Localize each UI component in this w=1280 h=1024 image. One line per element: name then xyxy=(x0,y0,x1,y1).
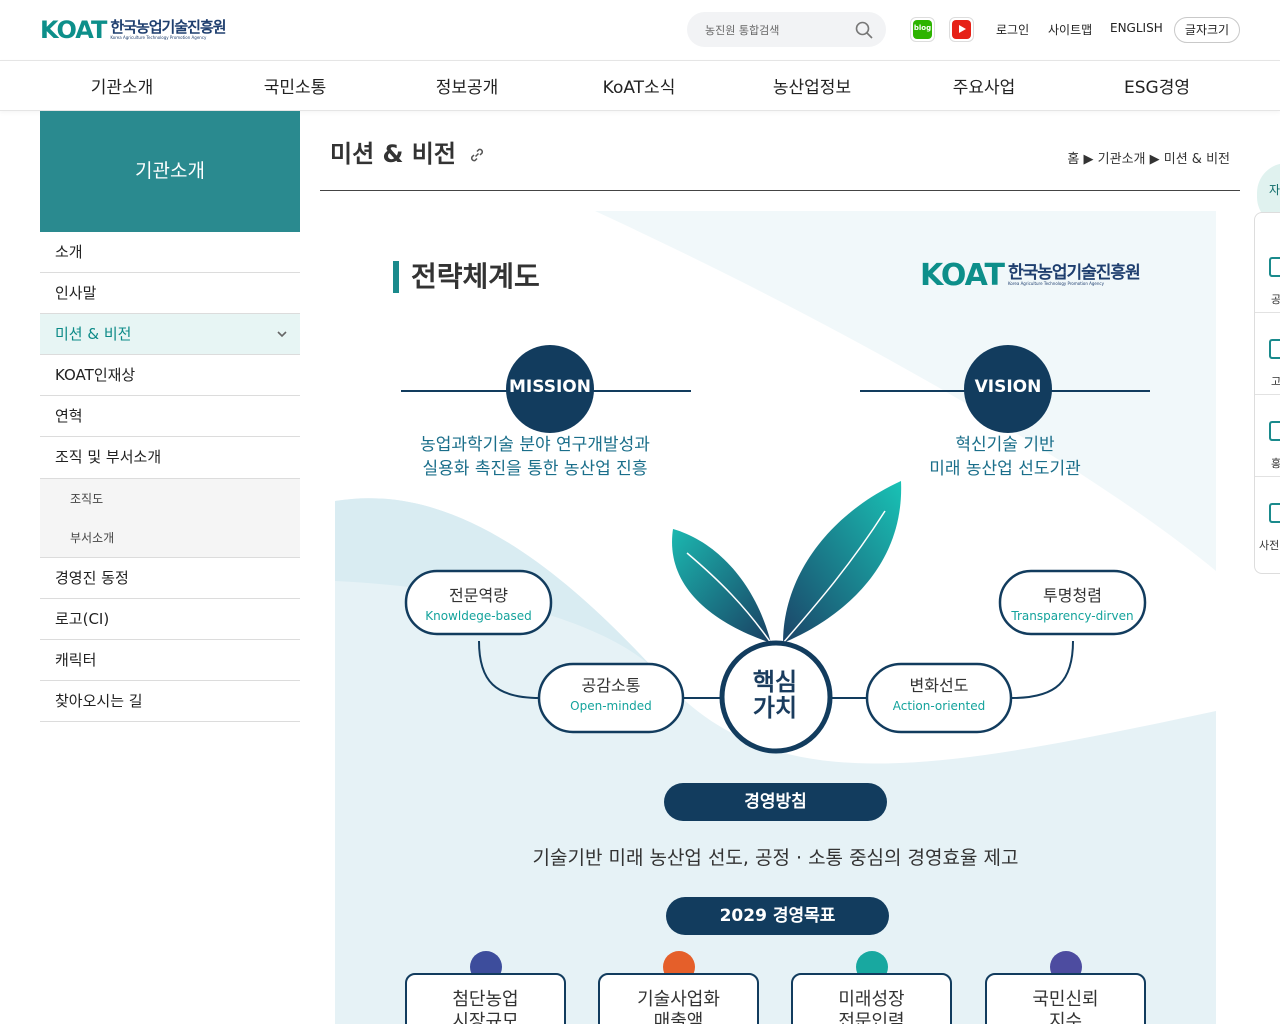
document-icon xyxy=(1269,257,1280,277)
diagram-logo-english: Korea Agriculture Technology Promotion A… xyxy=(1007,281,1104,286)
monitor-icon xyxy=(1269,421,1280,441)
lnb-sub-org-chart[interactable]: 조직도 xyxy=(40,478,300,518)
sitemap-link[interactable]: 사이트맵 xyxy=(1048,21,1092,38)
link-copy-icon[interactable] xyxy=(468,146,486,164)
lnb-title: 기관소개 xyxy=(40,111,300,232)
policy-pill: 경영방침 xyxy=(664,783,887,821)
side-navigation: 소개 인사말 미션 & 비전 KOAT인재상 연혁 조직 및 부서소개 조직도 … xyxy=(40,232,300,722)
goal-card-smart-farm: 첨단농업 시장규모 xyxy=(405,973,566,1024)
book-icon xyxy=(1269,503,1280,523)
gnb-item-esg[interactable]: ESG경영 xyxy=(1072,73,1242,98)
policy-statement: 기술기반 미래 농산업 선도, 공정 · 소통 중심의 경영효율 제고 xyxy=(532,847,1019,869)
logo-mark: KOAT xyxy=(40,16,107,44)
value-open: 공감소통 Open-minded xyxy=(570,676,652,713)
lnb-item-label: 미션 & 비전 xyxy=(55,325,132,343)
quick-item-4[interactable]: 사전 xyxy=(1255,477,1280,559)
vision-label: VISION xyxy=(974,377,1042,397)
lnb-item-greeting[interactable]: 인사말 xyxy=(40,273,300,314)
logo-english-name: Korea Agriculture Technology Promotion A… xyxy=(110,35,207,40)
blog-icon: blog xyxy=(913,20,932,39)
lnb-item-talent[interactable]: KOAT인재상 xyxy=(40,355,300,396)
diagram-title: 전략체계도 xyxy=(393,261,540,293)
right-leaf-icon xyxy=(783,481,902,643)
site-header: KOAT 한국농업기술진흥원 Korea Agriculture Technol… xyxy=(0,0,1280,60)
vision-statement: 혁신기술 기반 미래 농산업 선도기관 xyxy=(929,435,1081,479)
quick-item-3[interactable]: 홍 xyxy=(1255,395,1280,477)
lnb-item-history[interactable]: 연혁 xyxy=(40,396,300,437)
lnb-item-executive[interactable]: 경영진 동정 xyxy=(40,558,300,599)
value-transparency: 투명청렴 Transparency-dirven xyxy=(1011,586,1134,623)
core-value-label: 핵심 가치 xyxy=(752,668,798,722)
page-title: 미션 & 비전 xyxy=(330,140,456,168)
goal-card-trust: 국민신뢰 지수 xyxy=(985,973,1146,1024)
lnb-item-intro[interactable]: 소개 xyxy=(40,232,300,273)
gnb-item-business[interactable]: 주요사업 xyxy=(899,73,1069,98)
lnb-item-organization[interactable]: 조직 및 부서소개 xyxy=(40,437,300,478)
gnb-item-news[interactable]: KoAT소식 xyxy=(554,73,724,98)
gnb-item-disclosure[interactable]: 정보공개 xyxy=(382,73,552,98)
lnb-item-directions[interactable]: 찾아오시는 길 xyxy=(40,681,300,722)
diagram-logo: KOAT 한국농업기술진흥원 Korea Agriculture Technol… xyxy=(920,258,1141,293)
search-icon[interactable] xyxy=(854,20,874,40)
youtube-button[interactable] xyxy=(949,17,974,42)
goal-card-sales: 기술사업화 매출액 xyxy=(598,973,759,1024)
diagram-logo-korean: 한국농업기술진흥원 xyxy=(1007,263,1141,283)
gnb-item-about[interactable]: 기관소개 xyxy=(37,73,207,98)
login-link[interactable]: 로그인 xyxy=(996,21,1029,38)
site-logo[interactable]: KOAT 한국농업기술진흥원 Korea Agriculture Technol… xyxy=(40,16,227,44)
search-box xyxy=(687,12,886,47)
title-divider xyxy=(320,190,1240,191)
lnb-item-logo-ci[interactable]: 로고(CI) xyxy=(40,599,300,640)
youtube-icon xyxy=(952,20,971,39)
quick-item-1[interactable]: 공 xyxy=(1255,231,1280,313)
user-icon xyxy=(1269,339,1280,359)
font-size-button[interactable]: 글자크기 xyxy=(1174,17,1240,43)
blog-button[interactable]: blog xyxy=(910,17,935,42)
lnb-item-mission-vision[interactable]: 미션 & 비전 xyxy=(40,314,300,355)
goal-card-talent: 미래성장 전문인력 xyxy=(791,973,952,1024)
goal-pill: 2029 경영목표 xyxy=(666,897,889,935)
gnb-item-communication[interactable]: 국민소통 xyxy=(210,73,380,98)
quick-item-2[interactable]: 고 xyxy=(1255,313,1280,395)
value-knowledge: 전문역량 Knowldege-based xyxy=(425,586,532,623)
gnb-item-industry-info[interactable]: 농산업정보 xyxy=(727,73,897,98)
logo-korean-name: 한국농업기술진흥원 xyxy=(110,18,226,36)
lnb-item-character[interactable]: 캐릭터 xyxy=(40,640,300,681)
english-link[interactable]: ENGLISH xyxy=(1110,21,1163,35)
value-action: 변화선도 Action-oriented xyxy=(892,676,986,713)
quick-menu: 공 고 홍 사전 xyxy=(1254,212,1280,574)
lnb-sub-departments[interactable]: 부서소개 xyxy=(40,518,300,558)
quick-menu-tab-label: 자 xyxy=(1269,183,1280,197)
search-input[interactable] xyxy=(705,20,855,40)
strategy-diagram: 전략체계도 KOAT 한국농업기술진흥원 Korea Agriculture T… xyxy=(335,211,1216,1024)
left-leaf-icon xyxy=(672,529,771,643)
chevron-down-icon xyxy=(277,331,287,338)
mission-label: MISSION xyxy=(509,377,591,397)
mission-statement: 농업과학기술 분야 연구개발성과 실용화 촉진을 통한 농산업 진흥 xyxy=(420,435,650,479)
breadcrumb: 홈 ▶ 기관소개 ▶ 미션 & 비전 xyxy=(1067,152,1230,167)
main-navigation: 기관소개 국민소통 정보공개 KoAT소식 농산업정보 주요사업 ESG경영 xyxy=(0,60,1280,111)
diagram-logo-mark: KOAT xyxy=(920,258,1005,293)
